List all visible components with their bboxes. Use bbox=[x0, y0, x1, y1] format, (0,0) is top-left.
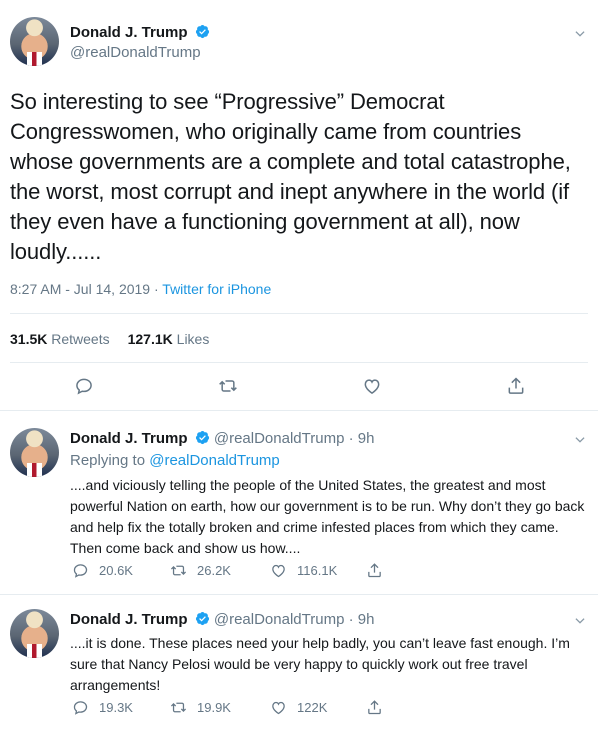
share-button[interactable] bbox=[366, 699, 393, 716]
tweet-age[interactable]: · 9h bbox=[349, 430, 375, 447]
tweet-actions: 20.6K 26.2K 116.1K bbox=[70, 562, 400, 582]
chevron-down-icon[interactable] bbox=[573, 614, 587, 628]
reply-header: Donald J. Trump @realDonaldTrump · 9h bbox=[70, 611, 374, 628]
avatar[interactable] bbox=[10, 609, 59, 658]
reply-count: 20.6K bbox=[99, 563, 133, 578]
share-icon bbox=[368, 563, 381, 578]
retweet-count: 26.2K bbox=[197, 563, 231, 578]
author-name-text[interactable]: Donald J. Trump bbox=[70, 24, 188, 41]
retweet-button[interactable] bbox=[218, 376, 238, 396]
reply-button[interactable]: 19.3K bbox=[72, 699, 133, 716]
likes-stat[interactable]: 127.1K Likes bbox=[128, 331, 210, 347]
reply-tweet[interactable]: Donald J. Trump @realDonaldTrump · 9h ..… bbox=[0, 595, 598, 733]
reply-icon bbox=[73, 701, 88, 715]
author-handle[interactable]: @realDonaldTrump bbox=[70, 44, 201, 61]
like-icon bbox=[364, 379, 380, 394]
retweet-icon bbox=[219, 380, 237, 392]
tweet-actions: 19.3K 19.9K 122K bbox=[70, 699, 400, 719]
share-button[interactable] bbox=[366, 562, 393, 579]
tweet-text: So interesting to see “Progressive” Demo… bbox=[10, 89, 571, 264]
reply-header: Donald J. Trump @realDonaldTrump · 9h bbox=[70, 430, 374, 447]
retweet-button[interactable]: 26.2K bbox=[170, 562, 231, 579]
replying-to-link[interactable]: @realDonaldTrump bbox=[149, 452, 280, 469]
like-button[interactable]: 116.1K bbox=[270, 562, 337, 579]
author-name[interactable]: Donald J. Trump bbox=[70, 24, 210, 41]
divider bbox=[10, 362, 588, 363]
retweet-icon bbox=[170, 702, 187, 713]
tweet-text: ....and viciously telling the people of … bbox=[70, 477, 585, 556]
retweets-stat[interactable]: 31.5K Retweets bbox=[10, 331, 110, 347]
tweet-actions bbox=[0, 376, 598, 400]
tweet-text: ....it is done. These places need your h… bbox=[70, 635, 570, 693]
retweets-count: 31.5K bbox=[10, 331, 48, 347]
share-button[interactable] bbox=[506, 376, 526, 396]
reply-icon bbox=[76, 378, 92, 395]
author-handle[interactable]: @realDonaldTrump bbox=[214, 430, 345, 447]
likes-count: 127.1K bbox=[127, 331, 173, 347]
divider bbox=[10, 313, 588, 314]
reply-count: 19.3K bbox=[99, 700, 133, 715]
replying-to: Replying to @realDonaldTrump bbox=[70, 452, 280, 469]
tweet-meta: 8:27 AM - Jul 14, 2019 · Twitter for iPh… bbox=[10, 281, 271, 297]
like-count: 116.1K bbox=[297, 563, 338, 578]
chevron-down-icon[interactable] bbox=[573, 27, 587, 41]
like-icon bbox=[272, 564, 285, 578]
verified-badge-icon bbox=[195, 611, 209, 626]
reply-button[interactable] bbox=[74, 376, 94, 396]
chevron-down-icon[interactable] bbox=[573, 433, 587, 447]
avatar[interactable] bbox=[10, 428, 59, 477]
meta-separator: · bbox=[150, 281, 163, 297]
replying-prefix: Replying to bbox=[70, 452, 146, 469]
retweet-icon bbox=[170, 565, 187, 576]
verified-badge-icon bbox=[195, 430, 209, 445]
like-count: 122K bbox=[297, 700, 328, 715]
author-name[interactable]: Donald J. Trump bbox=[70, 430, 188, 447]
author-name[interactable]: Donald J. Trump bbox=[70, 611, 188, 628]
main-tweet: Donald J. Trump @realDonaldTrump So inte… bbox=[0, 0, 598, 410]
retweet-count: 19.9K bbox=[197, 700, 231, 715]
reply-button[interactable]: 20.6K bbox=[72, 562, 133, 579]
verified-badge-icon bbox=[195, 24, 209, 39]
like-icon bbox=[272, 701, 285, 715]
reply-icon bbox=[73, 564, 88, 578]
likes-label: Likes bbox=[176, 331, 210, 347]
tweet-age[interactable]: · 9h bbox=[349, 611, 375, 628]
share-icon bbox=[508, 377, 524, 394]
retweets-label: Retweets bbox=[51, 331, 110, 347]
tweet-source-link[interactable]: Twitter for iPhone bbox=[162, 281, 271, 297]
retweet-button[interactable]: 19.9K bbox=[170, 699, 231, 716]
avatar[interactable] bbox=[10, 17, 59, 66]
reply-tweet[interactable]: Donald J. Trump @realDonaldTrump · 9h Re… bbox=[0, 411, 598, 594]
author-handle[interactable]: @realDonaldTrump bbox=[214, 611, 345, 628]
like-button[interactable]: 122K bbox=[270, 699, 327, 716]
share-icon bbox=[368, 700, 381, 715]
like-button[interactable] bbox=[362, 376, 382, 396]
tweet-stats: 31.5K Retweets 127.1K Likes bbox=[10, 331, 209, 347]
tweet-timestamp[interactable]: 8:27 AM - Jul 14, 2019 bbox=[10, 281, 150, 297]
